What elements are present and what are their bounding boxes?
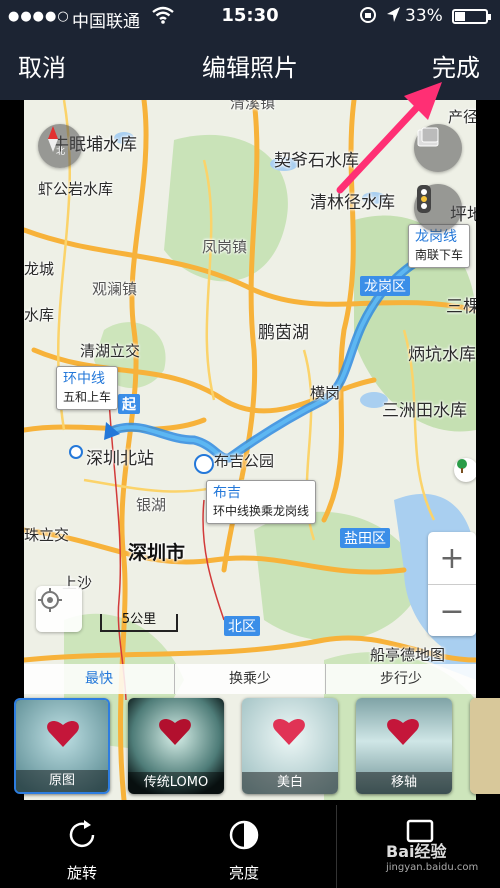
transfer-desc: 环中线换乘龙岗线	[213, 504, 310, 518]
rotate-icon	[69, 820, 95, 848]
start-marker: 起	[118, 394, 140, 414]
end-desc: 南联下车	[415, 248, 464, 262]
page-title: 编辑照片	[202, 54, 298, 82]
heart-balloon-icon	[47, 721, 79, 747]
zoom-control: + −	[428, 532, 476, 636]
map-label: 产径	[448, 108, 476, 126]
filter-tilt-shift[interactable]: 移轴	[356, 698, 452, 794]
brightness-button[interactable]: 亮度	[204, 818, 284, 883]
watermark: Bai经验 jingyan.baidu.com	[386, 838, 478, 873]
watermark-url: jingyan.baidu.com	[386, 862, 479, 873]
scale-label: 5公里	[121, 612, 157, 627]
zoom-out-button[interactable]: −	[428, 584, 476, 637]
filter-lomo[interactable]: 传统LOMO	[128, 698, 224, 794]
filter-label: 原图	[16, 770, 108, 792]
zoom-in-button[interactable]: +	[428, 532, 476, 584]
rotate-button[interactable]: 旋转	[42, 818, 122, 883]
map-label: 北区	[224, 616, 260, 636]
filter-strip: 原图 传统LOMO 美白 移轴	[0, 692, 500, 800]
filter-whitening[interactable]: 美白	[242, 698, 338, 794]
brightness-icon	[229, 820, 259, 850]
heart-balloon-icon	[273, 719, 305, 745]
filter-original[interactable]: 原图	[14, 698, 110, 794]
map-label: 清溪镇	[230, 100, 276, 112]
map-label: 珠立交	[24, 526, 70, 544]
tab-fewer-transfers[interactable]: 换乘少	[175, 664, 326, 694]
map-label: 鹏茵湖	[258, 323, 309, 343]
map-label: 龙岗区	[360, 276, 410, 296]
locate-button[interactable]	[36, 586, 82, 632]
map-label: 观澜镇	[92, 280, 138, 298]
map-label: 清湖立交	[80, 342, 141, 360]
map-label: 水库	[24, 306, 55, 324]
map-label: 龙城	[24, 260, 55, 278]
tab-less-walking[interactable]: 步行少	[326, 664, 476, 694]
transfer-tip[interactable]: 布吉 环中线换乘龙岗线	[206, 480, 317, 524]
filter-label: 传统LOMO	[128, 772, 224, 794]
filter-next-partial[interactable]	[470, 698, 500, 794]
battery-icon	[452, 9, 491, 24]
map-label: 虾公岩水库	[38, 180, 114, 198]
map-label: 三洲田水库	[382, 401, 467, 421]
filter-label: 移轴	[356, 772, 452, 794]
start-line: 环中线	[63, 371, 105, 387]
compass-label: 北	[56, 147, 66, 157]
map-label: 深圳北站	[86, 449, 154, 469]
filter-label: 美白	[242, 772, 338, 794]
rotation-lock-icon	[358, 5, 378, 30]
map-label: 船亭德地图	[370, 646, 446, 664]
brightness-label: 亮度	[228, 864, 259, 882]
battery-fill	[455, 12, 465, 21]
done-button[interactable]: 完成	[432, 48, 480, 83]
map-label: 布吉公园	[214, 452, 275, 470]
location-arrow-icon	[385, 5, 401, 30]
map-label: 深圳市	[128, 542, 186, 564]
map-label: 横岗	[310, 384, 341, 402]
heart-balloon-icon	[387, 719, 419, 745]
battery-percent: 33%	[405, 6, 443, 26]
start-station-tip[interactable]: 环中线 五和上车	[56, 366, 119, 410]
tree-marker-icon	[454, 458, 476, 482]
tab-fastest[interactable]: 最快	[24, 664, 175, 694]
pointer-arrow-icon	[336, 82, 442, 194]
crosshair-icon	[38, 588, 62, 612]
route-option-tabs: 最快 换乘少 步行少	[24, 664, 476, 694]
start-desc: 五和上车	[63, 390, 112, 404]
map-label: 凤岗镇	[202, 238, 248, 256]
map-label: 盐田区	[340, 528, 390, 548]
rotate-label: 旋转	[66, 864, 97, 882]
heart-balloon-icon	[159, 719, 191, 745]
watermark-brand: Bai经验	[386, 842, 447, 861]
map-scale: 5公里	[100, 612, 178, 632]
status-bar: ●●●●○ 中国联通 15:30 33%	[0, 0, 500, 34]
map-label: 银湖	[136, 496, 167, 514]
map-label: 炳坑水库	[408, 345, 476, 365]
toolbar-divider	[336, 805, 337, 888]
map-label: 三棵	[446, 297, 476, 317]
transfer-line: 布吉	[213, 485, 241, 501]
